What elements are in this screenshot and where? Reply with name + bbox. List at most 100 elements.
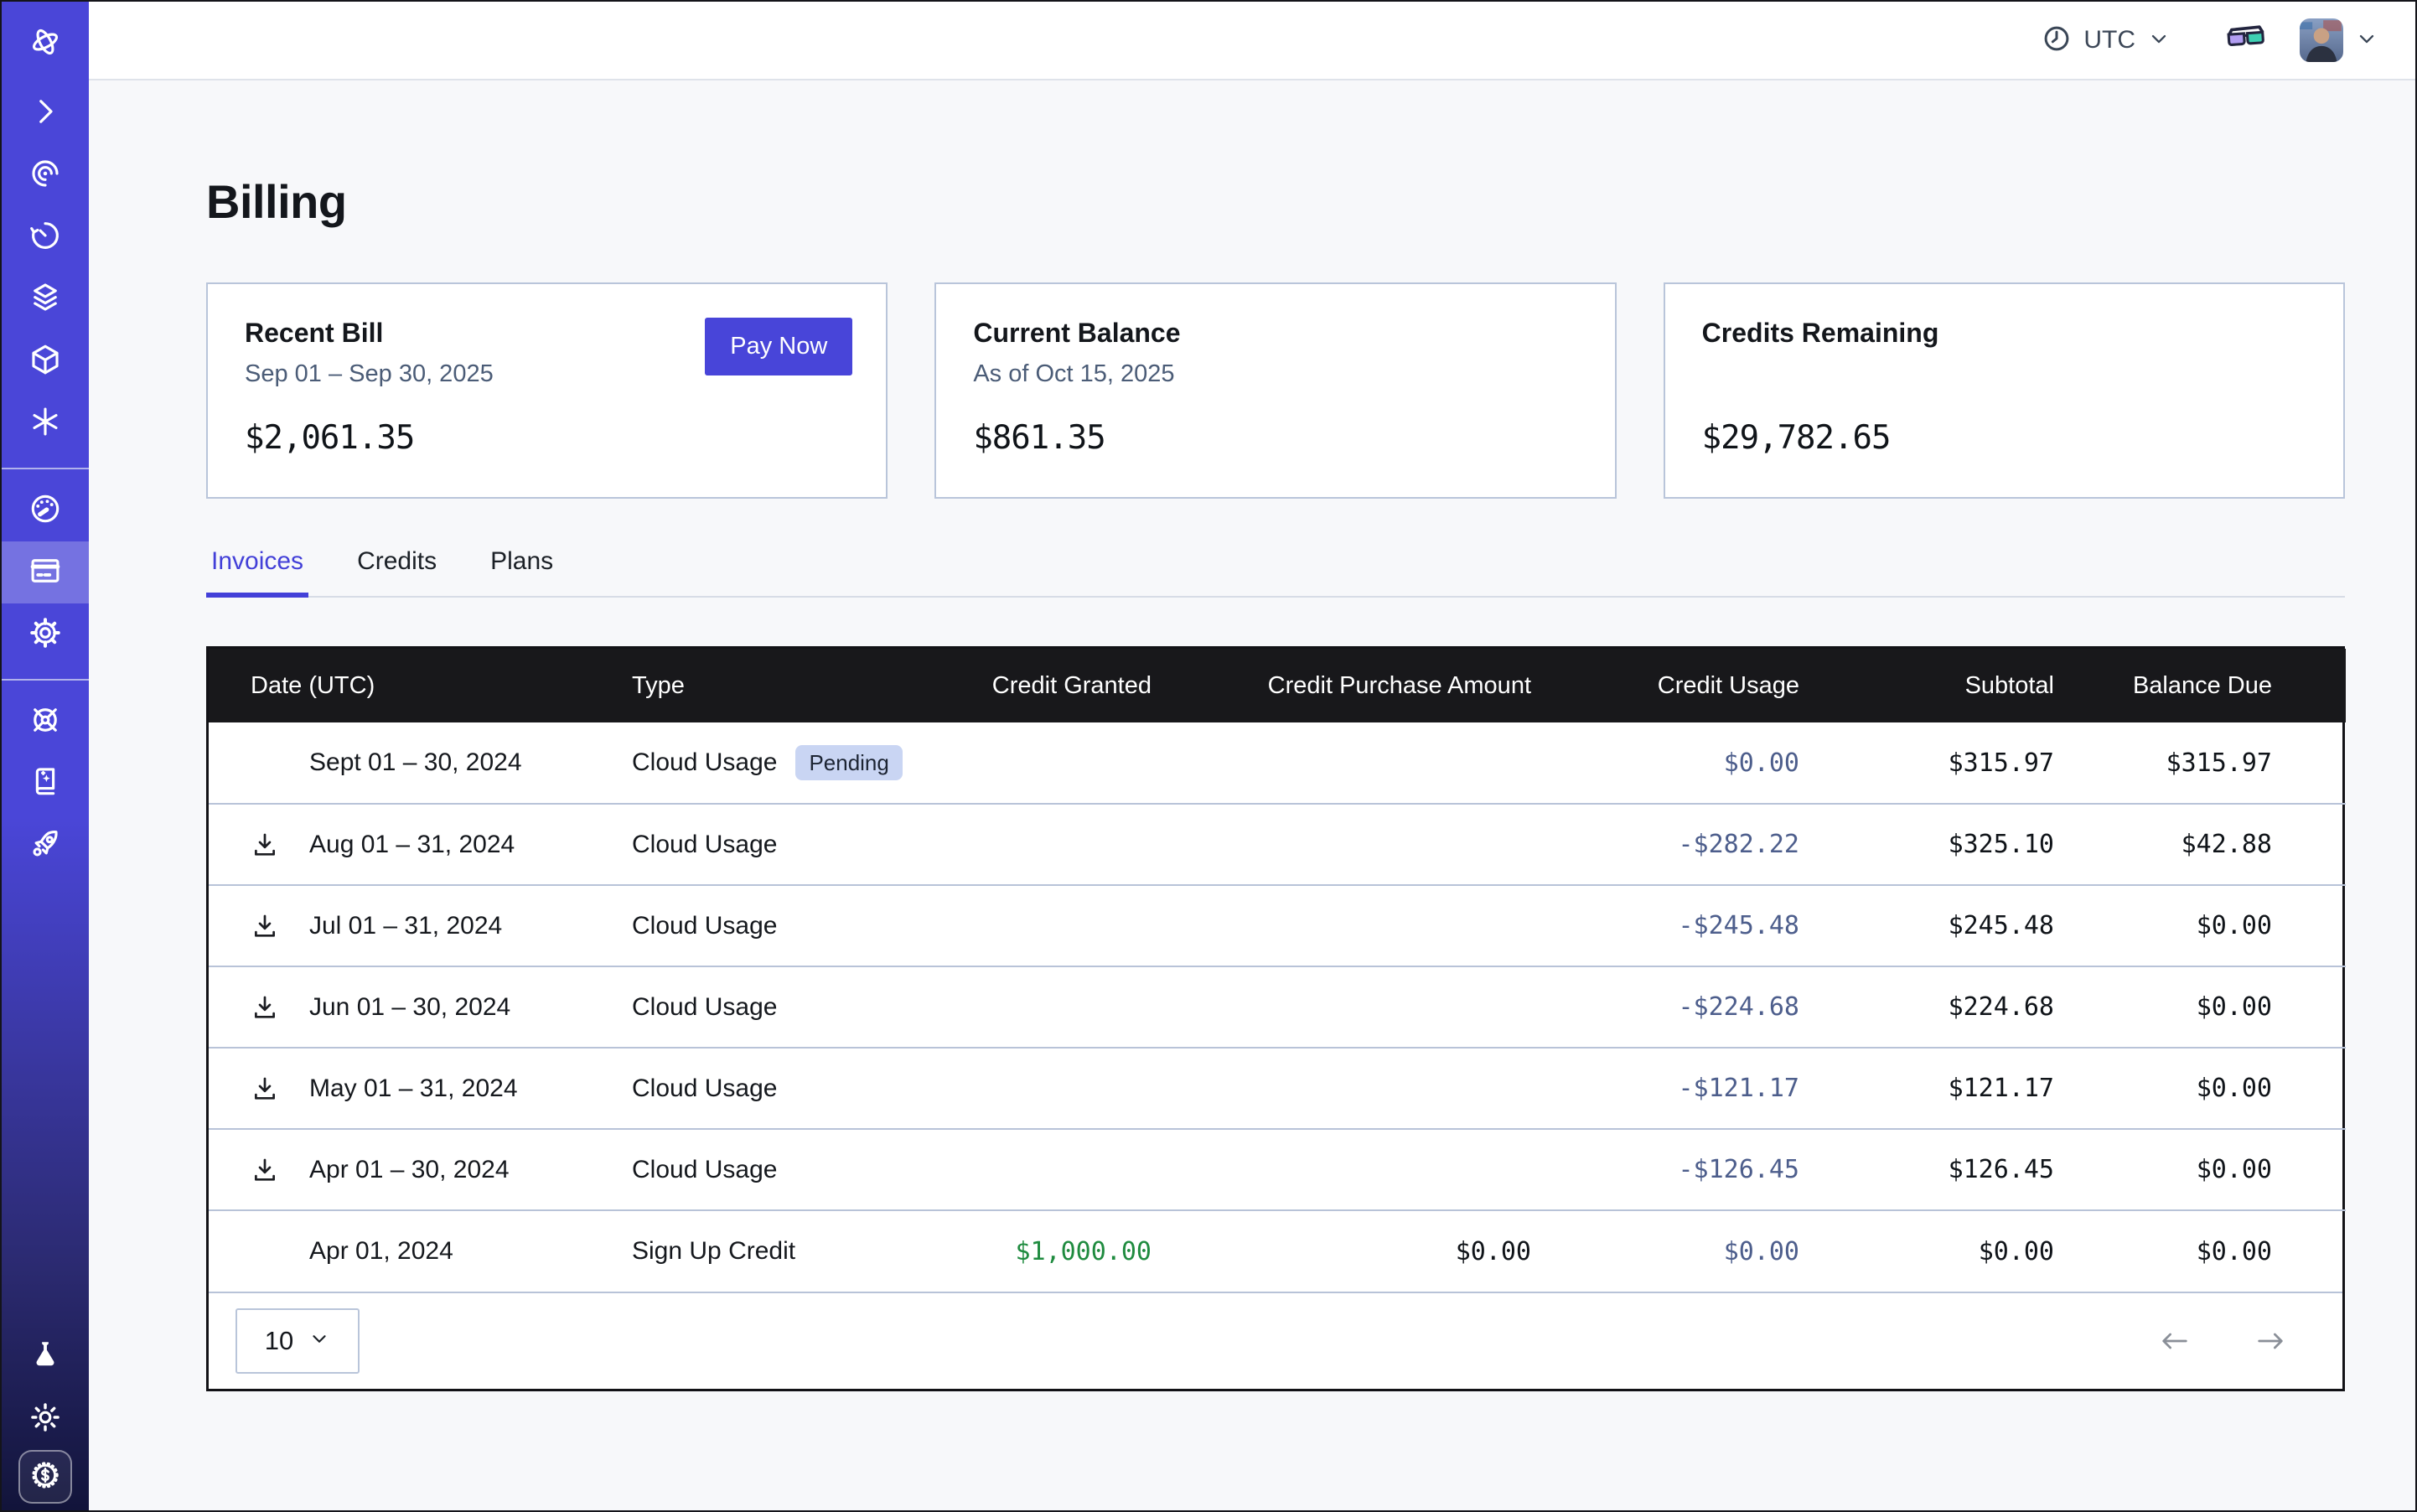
history-icon	[28, 218, 63, 257]
tab-plans[interactable]: Plans	[485, 547, 558, 596]
sidebar-item-usage[interactable]	[2, 479, 89, 541]
credit-granted-value: $1,000.00	[1015, 1237, 1152, 1266]
invoice-date: Apr 01 – 30, 2024	[309, 1156, 510, 1184]
invoice-type: Cloud Usage	[632, 748, 777, 777]
column-type: Type	[632, 649, 917, 722]
tab-credits[interactable]: Credits	[352, 547, 442, 596]
credit-usage-value: -$282.22	[1679, 830, 1800, 859]
current-balance-amount: $861.35	[973, 419, 1577, 457]
table-row: May 01 – 31, 2024 Cloud Usage -$121.17 $…	[209, 1048, 2346, 1129]
sidebar-item-cube[interactable]	[2, 330, 89, 392]
sidebar-item-sessions[interactable]	[2, 144, 89, 206]
sidebar-item-asterisk[interactable]	[2, 392, 89, 454]
invoice-date: Jun 01 – 30, 2024	[309, 993, 510, 1022]
tab-invoices[interactable]: Invoices	[206, 547, 308, 596]
helm-icon	[28, 702, 63, 742]
table-row: Apr 01, 2024 Sign Up Credit $1,000.00 $0…	[209, 1210, 2346, 1292]
recent-bill-card: Recent Bill Sep 01 – Sep 30, 2025 $2,061…	[206, 282, 888, 499]
sidebar-divider	[2, 468, 89, 469]
invoices-table: Date (UTC) Type Credit Granted Credit Pu…	[206, 646, 2345, 1391]
subtotal-value: $121.17	[1949, 1074, 2054, 1103]
summary-cards: Recent Bill Sep 01 – Sep 30, 2025 $2,061…	[206, 282, 2345, 499]
sidebar-item-layers[interactable]	[2, 268, 89, 330]
recent-bill-amount: $2,061.35	[245, 419, 849, 457]
pay-now-button[interactable]: Pay Now	[705, 318, 852, 375]
avatar[interactable]	[2300, 18, 2343, 62]
billing-card-icon	[28, 553, 63, 593]
credit-purchase-value: $0.00	[1456, 1237, 1531, 1266]
invoice-type: Cloud Usage	[632, 1156, 777, 1184]
credit-usage-value: -$121.17	[1679, 1074, 1800, 1103]
table-footer: 10	[209, 1292, 2342, 1389]
subtotal-value: $315.97	[1949, 748, 2054, 778]
credits-button[interactable]	[18, 1450, 72, 1504]
balance-due-value: $0.00	[2197, 1237, 2272, 1266]
page-size-select[interactable]: 10	[235, 1308, 360, 1374]
column-credit-granted: Credit Granted	[917, 649, 1152, 722]
sidebar-collapse-button[interactable]	[2, 82, 89, 144]
topbar: UTC	[89, 2, 2415, 80]
subtotal-value: $0.00	[1979, 1237, 2054, 1266]
credit-usage-value: $0.00	[1724, 1237, 1799, 1266]
next-page-button[interactable]	[2252, 1328, 2289, 1354]
balance-due-value: $0.00	[2197, 911, 2272, 940]
download-invoice-button[interactable]	[251, 910, 282, 942]
chevron-right-icon	[28, 94, 63, 133]
app-window: UTC Billing	[0, 0, 2417, 1512]
gauge-icon	[28, 491, 63, 531]
prev-page-button[interactable]	[2156, 1328, 2193, 1354]
3d-glasses-icon[interactable]	[2225, 23, 2267, 57]
clock-icon	[2042, 23, 2072, 58]
sidebar-item-billing[interactable]	[2, 541, 89, 603]
column-credit-purchase: Credit Purchase Amount	[1152, 649, 1531, 722]
billing-tabs: Invoices Credits Plans	[206, 547, 2345, 598]
balance-due-value: $0.00	[2197, 992, 2272, 1022]
download-invoice-button[interactable]	[251, 1073, 282, 1105]
sidebar-item-labs[interactable]	[2, 1326, 89, 1388]
timezone-label: UTC	[2083, 26, 2135, 54]
cube-icon	[28, 342, 63, 381]
table-header-row: Date (UTC) Type Credit Granted Credit Pu…	[209, 649, 2346, 722]
sidebar-item-launch[interactable]	[2, 815, 89, 877]
rocket-icon	[28, 826, 63, 866]
account-menu-chevron[interactable]	[2355, 27, 2378, 54]
sidebar-bottom-group	[2, 1326, 89, 1510]
balance-due-value: $0.00	[2197, 1155, 2272, 1184]
sidebar-item-docs[interactable]	[2, 753, 89, 815]
download-icon	[251, 1074, 279, 1103]
chevron-down-icon	[308, 1326, 330, 1356]
credit-usage-value: -$126.45	[1679, 1155, 1800, 1184]
download-icon	[251, 912, 279, 940]
download-invoice-button[interactable]	[251, 1154, 282, 1186]
sidebar-item-helm[interactable]	[2, 691, 89, 753]
credits-remaining-amount: $29,782.65	[1702, 419, 2306, 457]
main-content: Billing Recent Bill Sep 01 – Sep 30, 202…	[89, 80, 2415, 1510]
column-credit-usage: Credit Usage	[1531, 649, 1799, 722]
timezone-selector[interactable]: UTC	[2042, 23, 2171, 58]
invoice-type: Sign Up Credit	[632, 1237, 795, 1266]
radar-icon	[28, 156, 63, 195]
invoice-date: May 01 – 31, 2024	[309, 1074, 518, 1103]
subtotal-value: $224.68	[1949, 992, 2054, 1022]
subtotal-value: $245.48	[1949, 911, 2054, 940]
invoice-date: Jul 01 – 31, 2024	[309, 912, 502, 940]
column-balance-due: Balance Due	[2054, 649, 2346, 722]
invoice-date: Apr 01, 2024	[309, 1237, 453, 1266]
column-date: Date (UTC)	[209, 649, 632, 722]
sidebar-item-history[interactable]	[2, 206, 89, 268]
docs-book-icon	[28, 764, 63, 804]
logo-orbit-icon[interactable]	[2, 2, 89, 82]
sidebar-item-theme[interactable]	[2, 1388, 89, 1450]
download-invoice-button[interactable]	[251, 829, 282, 861]
sidebar	[2, 2, 89, 1510]
credit-usage-value: -$245.48	[1679, 911, 1800, 940]
invoice-table-body: Sept 01 – 30, 2024 Cloud Usage Pending $…	[209, 722, 2346, 1292]
invoice-type: Cloud Usage	[632, 993, 777, 1022]
download-icon	[251, 1156, 279, 1184]
credits-remaining-card: Credits Remaining $29,782.65	[1664, 282, 2345, 499]
subtotal-value: $325.10	[1949, 830, 2054, 859]
layers-icon	[28, 280, 63, 319]
download-invoice-button[interactable]	[251, 992, 282, 1023]
card-subtitle	[1702, 360, 2306, 389]
sidebar-item-settings[interactable]	[2, 603, 89, 665]
